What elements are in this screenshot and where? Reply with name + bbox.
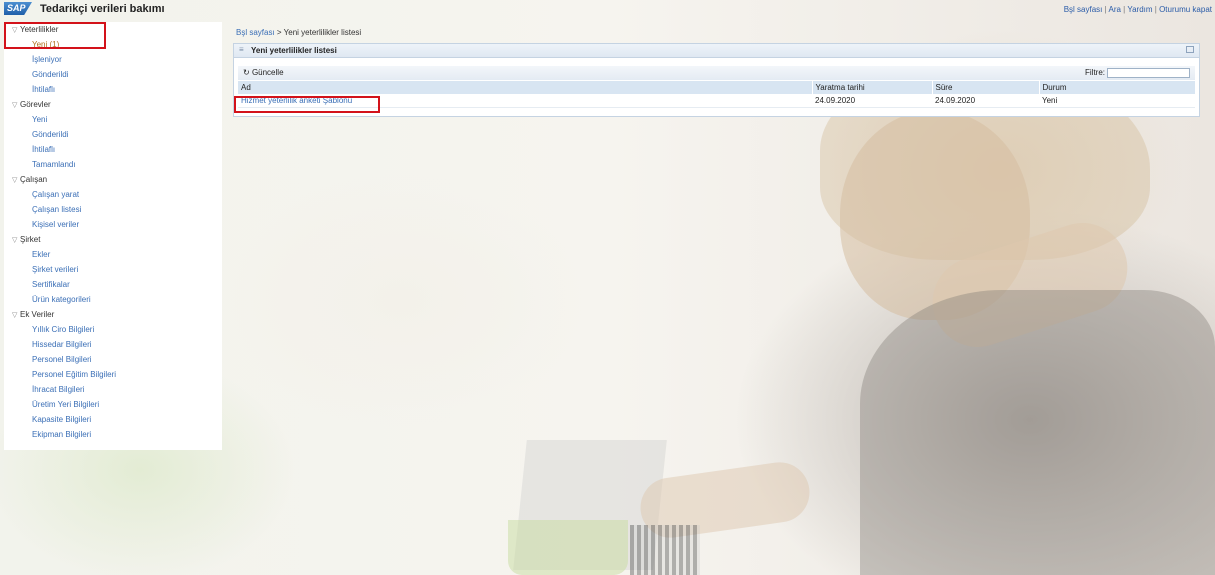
- sidebar-item-sirket-verileri[interactable]: Şirket verileri: [4, 262, 222, 277]
- breadcrumb-current: Yeni yeterlilikler listesi: [283, 28, 362, 37]
- sidebar-item-uretim-yeri[interactable]: Üretim Yeri Bilgileri: [4, 397, 222, 412]
- sidebar-item-personel-egitim[interactable]: Personel Eğitim Bilgileri: [4, 367, 222, 382]
- cell-durum: Yeni: [1039, 94, 1195, 108]
- sidebar-item-yillik-ciro[interactable]: Yıllık Ciro Bilgileri: [4, 322, 222, 337]
- column-header-yaratma-tarihi[interactable]: Yaratma tarihi: [812, 81, 933, 94]
- column-header-ad[interactable]: Ad: [238, 81, 813, 94]
- sidebar-item-ekler[interactable]: Ekler: [4, 247, 222, 262]
- triangle-down-icon: ▽: [12, 312, 18, 319]
- sidebar-item-gonderildi[interactable]: Gönderildi: [4, 67, 222, 82]
- sidebar-item-ihracat[interactable]: İhracat Bilgileri: [4, 382, 222, 397]
- sidebar-item-gorev-tamamlandi[interactable]: Tamamlandı: [4, 157, 222, 172]
- menu-icon[interactable]: ≡: [239, 45, 244, 54]
- help-link[interactable]: Yardım: [1127, 5, 1152, 14]
- filter-input[interactable]: [1107, 68, 1190, 78]
- background-keyboard: [630, 525, 700, 575]
- highlight-box-nav: [4, 22, 106, 49]
- sidebar-item-calisan-listesi[interactable]: Çalışan listesi: [4, 202, 222, 217]
- background-arm: [920, 211, 1140, 359]
- nav-group-gorevler[interactable]: ▽ Görevler: [4, 97, 222, 112]
- sidebar-item-ekipman[interactable]: Ekipman Bilgileri: [4, 427, 222, 442]
- background-face: [840, 110, 1030, 320]
- refresh-icon: ↻: [243, 68, 250, 77]
- filter-label: Filtre:: [1085, 68, 1105, 77]
- search-link[interactable]: Ara: [1109, 5, 1121, 14]
- table-row[interactable]: Hizmet yeterlilik anketi Şablonu 24.09.2…: [238, 94, 1195, 108]
- background-hand: [636, 458, 814, 542]
- nav-group-ek-veriler[interactable]: ▽ Ek Veriler: [4, 307, 222, 322]
- top-links: Bşl sayfası | Ara | Yardım | Oturumu kap…: [1063, 5, 1212, 14]
- column-header-durum[interactable]: Durum: [1039, 81, 1196, 94]
- triangle-down-icon: ▽: [12, 237, 18, 244]
- panel-title: Yeni yeterlilikler listesi: [251, 46, 337, 55]
- sidebar-item-ihtilafli[interactable]: İhtilaflı: [4, 82, 222, 97]
- qualifications-table: Ad Yaratma tarihi Süre Durum Hizmet yete…: [238, 81, 1196, 108]
- sidebar-item-urun-kategorileri[interactable]: Ürün kategorileri: [4, 292, 222, 307]
- cell-yaratma-tarihi: 24.09.2020: [812, 94, 932, 108]
- column-header-sure[interactable]: Süre: [932, 81, 1040, 94]
- sidebar-item-calisan-yarat[interactable]: Çalışan yarat: [4, 187, 222, 202]
- sidebar-item-sertifikalar[interactable]: Sertifikalar: [4, 277, 222, 292]
- maximize-icon[interactable]: [1186, 46, 1194, 53]
- sidebar-item-kapasite[interactable]: Kapasite Bilgileri: [4, 412, 222, 427]
- breadcrumb: Bşl sayfası > Yeni yeterlilikler listesi: [236, 28, 361, 37]
- breadcrumb-separator: >: [276, 28, 282, 37]
- highlight-box-row: [234, 96, 380, 113]
- triangle-down-icon: ▽: [12, 177, 18, 184]
- nav-group-calisan[interactable]: ▽ Çalışan: [4, 172, 222, 187]
- background-cup: [508, 520, 628, 575]
- sidebar-item-personel[interactable]: Personel Bilgileri: [4, 352, 222, 367]
- panel-toolbar: ↻ Güncelle Filtre:: [238, 66, 1195, 80]
- sidebar-item-gorev-yeni[interactable]: Yeni: [4, 112, 222, 127]
- sidebar-item-hissedar[interactable]: Hissedar Bilgileri: [4, 337, 222, 352]
- table-header-row: Ad Yaratma tarihi Süre Durum: [238, 81, 1196, 94]
- logout-link[interactable]: Oturumu kapat: [1159, 5, 1212, 14]
- sidebar-item-gorev-ihtilafli[interactable]: İhtilaflı: [4, 142, 222, 157]
- app-title: Tedarikçi verileri bakımı: [40, 3, 165, 15]
- cell-sure: 24.09.2020: [932, 94, 1039, 108]
- app-header: SAP Tedarikçi verileri bakımı Bşl sayfas…: [0, 0, 1215, 18]
- sidebar-nav: ▽ Yeterlilikler Yeni (1) İşleniyor Gönder…: [4, 22, 222, 450]
- sidebar-item-isleniyor[interactable]: İşleniyor: [4, 52, 222, 67]
- background-body: [860, 290, 1215, 575]
- triangle-down-icon: ▽: [12, 102, 18, 109]
- background-laptop: [513, 440, 667, 570]
- breadcrumb-home[interactable]: Bşl sayfası: [236, 28, 275, 37]
- panel-header: ≡ Yeni yeterlilikler listesi: [234, 44, 1199, 58]
- sidebar-item-gorev-gonderildi[interactable]: Gönderildi: [4, 127, 222, 142]
- sap-logo: SAP: [4, 2, 32, 15]
- home-link[interactable]: Bşl sayfası: [1064, 5, 1103, 14]
- sidebar-item-kisisel-veriler[interactable]: Kişisel veriler: [4, 217, 222, 232]
- nav-group-sirket[interactable]: ▽ Şirket: [4, 232, 222, 247]
- refresh-button[interactable]: ↻ Güncelle: [243, 68, 284, 77]
